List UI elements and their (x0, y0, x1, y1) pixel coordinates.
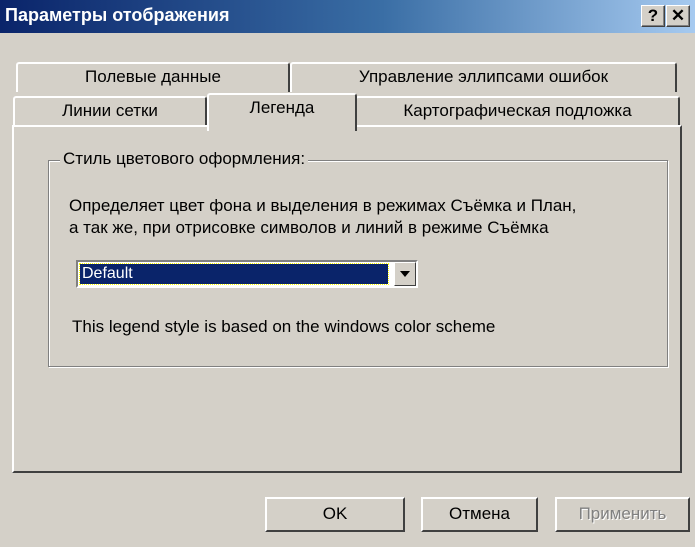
tab-label: Линии сетки (62, 101, 158, 120)
color-style-description: Определяет цвет фона и выделения в режим… (69, 195, 669, 239)
window-title: Параметры отображения (5, 5, 230, 25)
dropdown-button[interactable] (394, 262, 416, 286)
display-settings-dialog: Параметры отображения ? ✕ Полевые данные… (0, 0, 695, 547)
title-bar[interactable]: Параметры отображения ? ✕ (0, 0, 695, 33)
help-button[interactable]: ? (641, 5, 665, 27)
close-icon: ✕ (670, 6, 686, 25)
description-line-2: а так же, при отрисовке символов и линий… (69, 218, 549, 237)
tab-label: Полевые данные (85, 67, 221, 86)
tab-legend[interactable]: Легенда (207, 93, 357, 131)
cancel-button[interactable]: Отмена (421, 497, 538, 532)
description-line-1: Определяет цвет фона и выделения в режим… (69, 196, 577, 215)
apply-button[interactable]: Применить (555, 497, 690, 532)
ok-button[interactable]: OK (265, 497, 405, 532)
tab-label: Картографическая подложка (403, 101, 632, 120)
tab-grid-lines[interactable]: Линии сетки (13, 96, 207, 126)
color-style-group-title: Стиль цветового оформления: (60, 149, 309, 169)
help-icon: ? (647, 6, 659, 25)
tab-label: Легенда (249, 98, 315, 117)
chevron-down-icon (400, 271, 410, 277)
legend-style-select[interactable]: Default (76, 260, 418, 288)
tab-field-data[interactable]: Полевые данные (16, 62, 290, 92)
tab-map-background[interactable]: Картографическая подложка (355, 96, 680, 126)
tab-label: Управление эллипсами ошибок (358, 67, 609, 86)
legend-style-info: This legend style is based on the window… (72, 317, 496, 336)
legend-tab-page: Стиль цветового оформления: Определяет ц… (12, 125, 682, 473)
close-button[interactable]: ✕ (666, 5, 690, 27)
legend-style-selected-value[interactable]: Default (79, 263, 389, 285)
tab-error-ellipses[interactable]: Управление эллипсами ошибок (290, 62, 677, 92)
